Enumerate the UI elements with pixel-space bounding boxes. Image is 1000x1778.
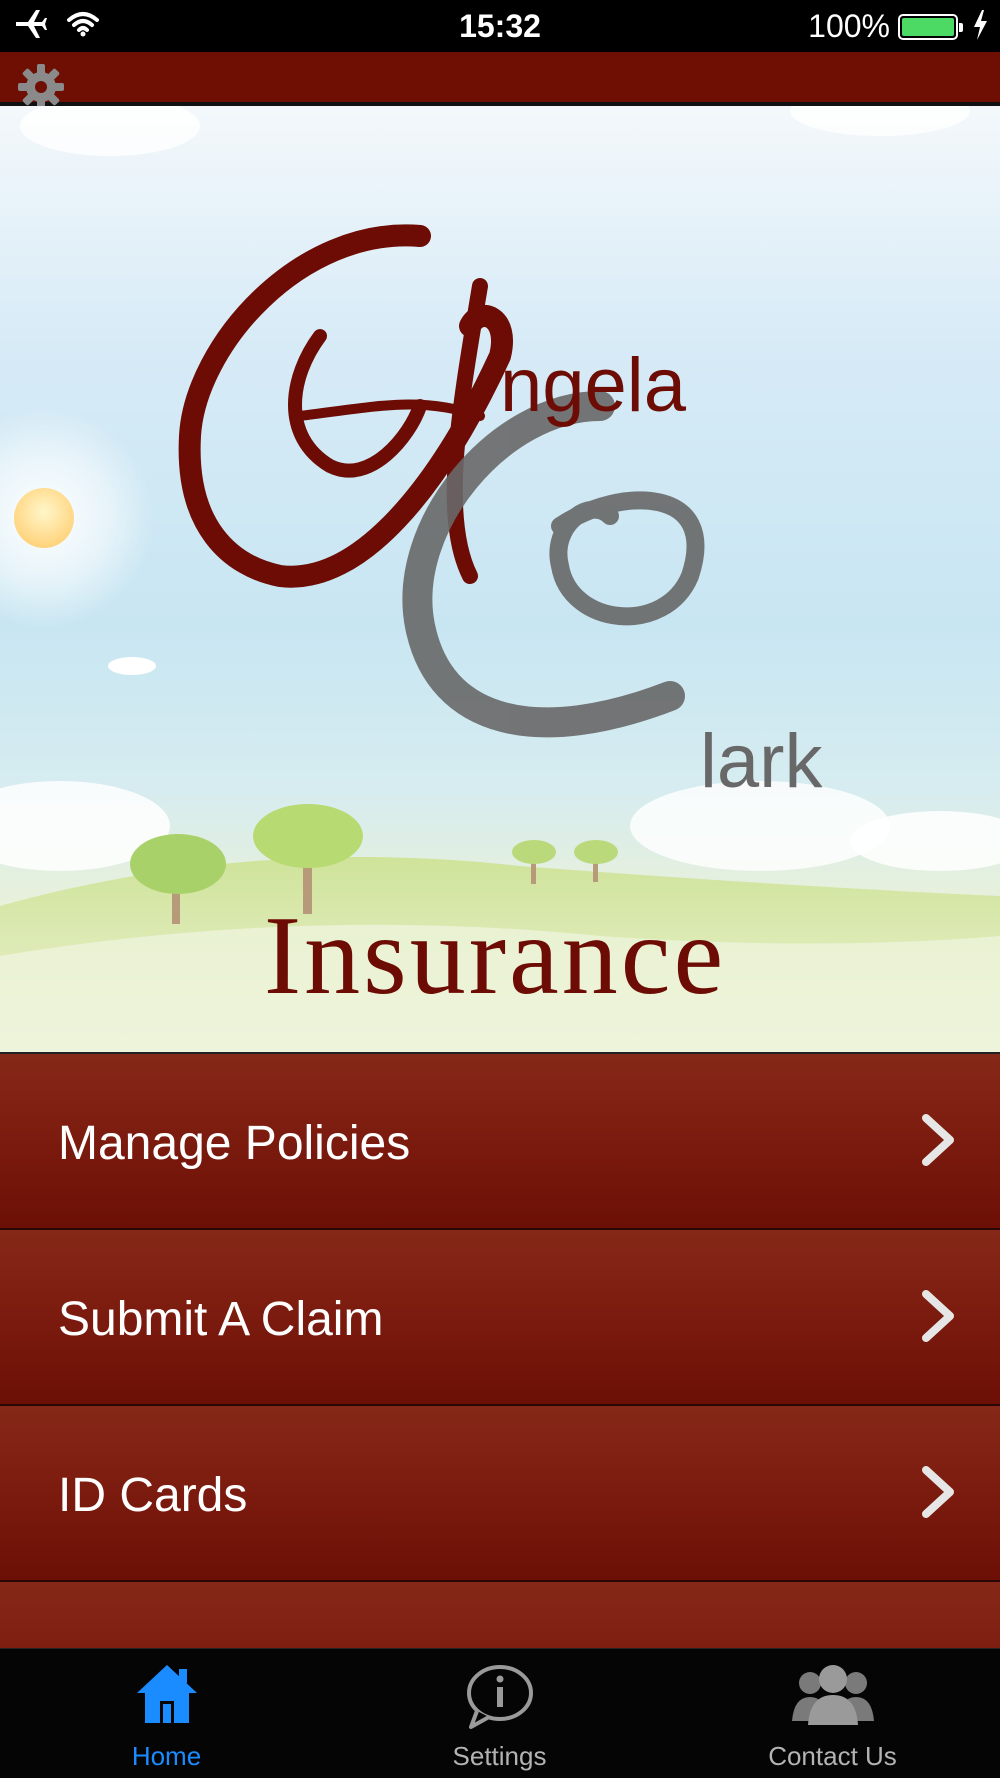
menu-item-submit-claim[interactable]: Submit A Claim	[0, 1230, 1000, 1406]
tab-label: Settings	[452, 1741, 547, 1771]
info-bubble-icon	[465, 1663, 535, 1734]
main-menu: Manage Policies Submit A Claim ID Cards	[0, 1054, 1000, 1648]
hero-banner: ngela lark Insurance	[0, 106, 1000, 1054]
battery-percent: 100%	[808, 8, 890, 44]
chevron-right-icon	[918, 1464, 958, 1525]
menu-item-label: Submit A Claim	[58, 1293, 384, 1346]
menu-item-manage-policies[interactable]: Manage Policies	[0, 1054, 1000, 1230]
logo-text-insurance: Insurance	[263, 894, 727, 1018]
chevron-right-icon	[918, 1288, 958, 1349]
chevron-right-icon	[918, 1112, 958, 1173]
tab-contact-us[interactable]: Contact Us	[666, 1649, 999, 1778]
logo-text-lark: lark	[700, 719, 823, 804]
app-screen: 15:32 100% ngela lark Insurance Manage P…	[0, 0, 1000, 1778]
logo-letter-a	[178, 224, 513, 588]
header-bar	[0, 52, 1000, 110]
menu-item-id-cards[interactable]: ID Cards	[0, 1406, 1000, 1582]
tab-label: Home	[131, 1741, 202, 1771]
people-icon	[788, 1663, 878, 1730]
tab-home[interactable]: Home	[0, 1649, 333, 1778]
tab-settings[interactable]: Settings	[333, 1649, 666, 1778]
home-icon	[135, 1663, 199, 1730]
menu-item-partial[interactable]	[0, 1582, 1000, 1648]
logo-text-ngela: ngela	[500, 343, 686, 428]
status-bar: 15:32 100%	[0, 0, 1000, 52]
charging-bolt-icon	[972, 10, 988, 45]
tab-bar: Home Settings Contact Us	[0, 1648, 1000, 1778]
menu-item-label: Manage Policies	[58, 1117, 411, 1170]
battery-icon	[898, 14, 963, 40]
tab-label: Contact Us	[768, 1741, 897, 1771]
menu-item-label: ID Cards	[58, 1469, 248, 1522]
